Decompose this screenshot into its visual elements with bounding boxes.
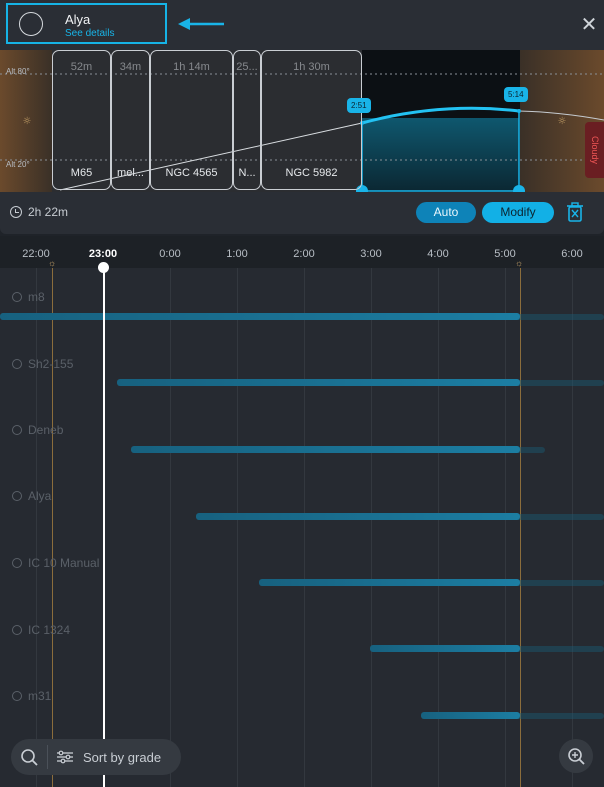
close-icon[interactable]: ✕ xyxy=(578,14,600,36)
current-time-line xyxy=(103,268,105,787)
block-duration: 25... xyxy=(236,61,258,73)
target-icon xyxy=(12,292,22,302)
tick-label-current: 23:00 xyxy=(88,248,118,260)
timeline-row-label[interactable]: Deneb xyxy=(12,423,63,437)
alt-80-label: Alt 80° xyxy=(6,67,30,76)
cloudy-tag: Cloudy xyxy=(585,122,604,178)
target-icon xyxy=(12,359,22,369)
timeline-row-label[interactable]: m8 xyxy=(12,290,45,304)
timeline-row-label[interactable]: Alya xyxy=(12,489,51,503)
object-avatar xyxy=(19,12,43,36)
object-header[interactable]: Alya See details xyxy=(6,3,167,44)
timeline-row-label[interactable]: m31 xyxy=(12,689,51,703)
zoom-in-icon[interactable] xyxy=(559,739,593,773)
block-duration: 1h 30m xyxy=(293,61,330,73)
block-name: NGC 4565 xyxy=(165,167,218,179)
visibility-bar[interactable] xyxy=(370,645,520,652)
alt-20-label: Alt 20° xyxy=(6,160,30,169)
sliders-icon[interactable] xyxy=(56,750,74,764)
svg-text:☼: ☼ xyxy=(558,116,567,127)
sunset-line xyxy=(52,268,53,787)
end-time-tag: 5:14 xyxy=(504,87,528,102)
object-panel: Alya See details ✕ ☼ ☼ Alt 80° Alt 20° 5… xyxy=(0,0,604,234)
block-name: NGC 5982 xyxy=(285,167,338,179)
tick-label: 0:00 xyxy=(159,248,181,260)
tick-label: 2:00 xyxy=(293,248,315,260)
auto-button[interactable]: Auto xyxy=(416,202,476,223)
search-icon[interactable] xyxy=(11,739,47,775)
target-block[interactable]: 52m M65 xyxy=(52,50,111,190)
visibility-bar[interactable] xyxy=(131,446,520,453)
target-block[interactable]: 1h 14m NGC 4565 xyxy=(150,50,233,190)
target-icon xyxy=(12,625,22,635)
target-icon xyxy=(12,491,22,501)
see-details-link[interactable]: See details xyxy=(65,28,114,39)
block-duration: 52m xyxy=(70,61,93,73)
target-block[interactable]: 25... N... xyxy=(233,50,261,190)
block-name: mel... xyxy=(117,167,144,179)
tick-label: 6:00 xyxy=(561,248,583,260)
time-axis: 22:00 23:00 0:00 1:00 2:00 3:00 4:00 5:0… xyxy=(0,236,604,268)
object-name: Alya xyxy=(65,12,91,27)
block-name: N... xyxy=(238,167,256,179)
visibility-bar[interactable] xyxy=(421,712,520,719)
toolbar-divider xyxy=(47,745,48,769)
sort-toolbar: Sort by grade xyxy=(11,739,181,775)
timeline-row-label[interactable]: IC 1324 xyxy=(12,623,70,637)
block-duration: 34m xyxy=(119,61,142,73)
altitude-plot: ☼ ☼ Alt 80° Alt 20° 52m M65 34m mel... 1… xyxy=(0,50,604,192)
block-duration: 1h 14m xyxy=(173,61,210,73)
timeline-row-label[interactable]: Sh2-155 xyxy=(12,357,73,371)
start-time-tag: 2:51 xyxy=(347,98,371,113)
duration-text: 2h 22m xyxy=(28,205,69,219)
selected-window xyxy=(362,118,519,191)
trash-icon[interactable] xyxy=(566,202,584,223)
current-time-marker[interactable] xyxy=(98,262,109,273)
block-name: M65 xyxy=(70,167,93,179)
tick-label: 4:00 xyxy=(427,248,449,260)
session-duration: 2h 22m xyxy=(10,205,68,219)
visibility-bar[interactable] xyxy=(0,313,520,320)
sort-button[interactable]: Sort by grade xyxy=(83,750,161,765)
sunrise-icon: ☼ xyxy=(515,258,524,268)
target-block[interactable]: 1h 30m NGC 5982 xyxy=(261,50,362,190)
modify-button[interactable]: Modify xyxy=(482,202,554,223)
visibility-bar[interactable] xyxy=(117,379,520,386)
target-timeline[interactable]: m8 Sh2-155 Deneb Alya IC 10 Manual IC 13… xyxy=(0,268,604,787)
timeline-row-label[interactable]: IC 10 Manual xyxy=(12,556,99,570)
sunrise-line xyxy=(520,268,521,787)
target-block[interactable]: 34m mel... xyxy=(111,50,150,190)
target-icon xyxy=(12,425,22,435)
tick-label: 1:00 xyxy=(226,248,248,260)
clock-icon xyxy=(10,206,22,218)
visibility-bar[interactable] xyxy=(196,513,520,520)
target-icon xyxy=(12,558,22,568)
svg-text:☼: ☼ xyxy=(23,116,32,127)
tick-label: 3:00 xyxy=(360,248,382,260)
pointer-arrow-icon xyxy=(178,18,224,30)
sunset-icon: ☼ xyxy=(48,258,57,268)
visibility-bar[interactable] xyxy=(259,579,520,586)
target-icon xyxy=(12,691,22,701)
